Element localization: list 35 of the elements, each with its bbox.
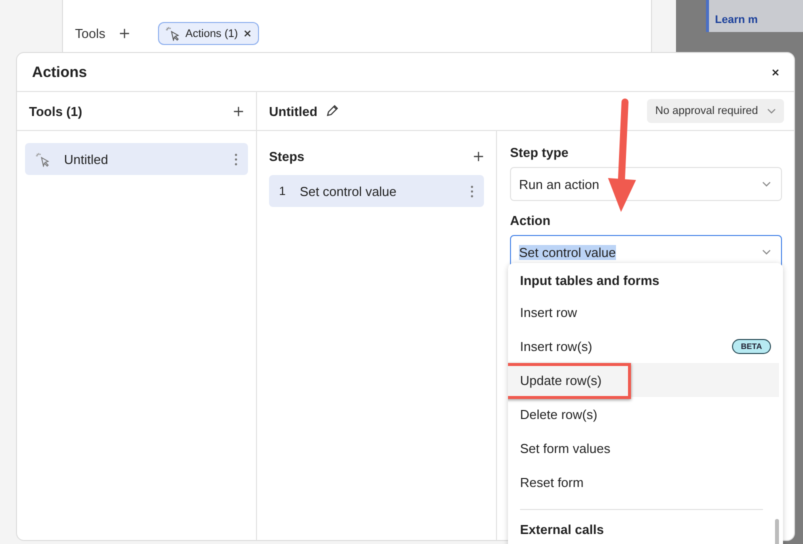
- step-item[interactable]: 1 Set control value: [269, 175, 484, 207]
- menu-item[interactable]: Reset form: [508, 465, 779, 499]
- tool-item[interactable]: Untitled: [25, 143, 248, 175]
- beta-badge: BETA: [732, 338, 771, 354]
- approval-dropdown[interactable]: No approval required: [647, 99, 784, 123]
- menu-item[interactable]: Insert row: [508, 295, 779, 329]
- field-label: Step type: [510, 145, 570, 160]
- plus-icon[interactable]: [233, 106, 244, 116]
- menu-item[interactable]: Insert row(s) BETA: [508, 329, 779, 363]
- plus-icon[interactable]: [119, 28, 130, 39]
- cursor-click-icon: [35, 152, 50, 166]
- tools-label: Tools: [75, 26, 106, 41]
- learn-more-link[interactable]: Learn m: [715, 14, 758, 26]
- plus-icon[interactable]: [473, 150, 484, 162]
- field-label: Action: [510, 213, 552, 228]
- chevron-down-icon: [762, 181, 771, 187]
- more-icon[interactable]: [470, 184, 474, 198]
- close-icon[interactable]: [771, 68, 780, 76]
- close-icon[interactable]: [242, 29, 252, 38]
- chevron-down-icon: [762, 249, 771, 255]
- more-icon[interactable]: [234, 152, 238, 166]
- steps-heading: Steps: [269, 148, 304, 164]
- tools-heading: Tools (1): [29, 104, 82, 118]
- menu-section-heading: External calls: [520, 521, 605, 539]
- dialog-title: Actions: [32, 64, 88, 80]
- menu-item[interactable]: Update row(s): [508, 363, 779, 397]
- pencil-icon[interactable]: [325, 104, 340, 118]
- cursor-click-icon: [165, 26, 180, 41]
- menu-item[interactable]: Delete row(s): [508, 397, 779, 431]
- chevron-down-icon: [767, 108, 776, 114]
- tool-chip[interactable]: Actions (1): [158, 22, 259, 45]
- step-type-select[interactable]: Run an action: [510, 167, 782, 201]
- menu-section-heading: Input tables and forms: [520, 272, 660, 290]
- tool-name: Untitled: [269, 104, 318, 118]
- menu-item[interactable]: Set form values: [508, 431, 779, 465]
